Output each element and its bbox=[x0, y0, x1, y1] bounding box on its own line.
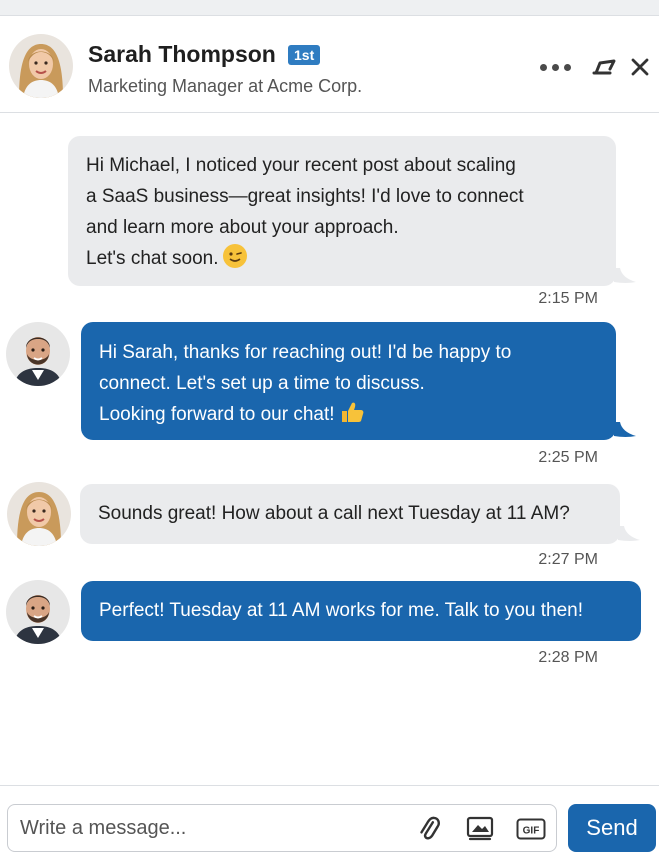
message-line: a SaaS business—great insights! I'd love… bbox=[86, 186, 524, 207]
sender-avatar[interactable] bbox=[6, 322, 70, 386]
more-icon[interactable] bbox=[540, 57, 576, 77]
message-timestamp: 2:25 PM bbox=[538, 449, 598, 466]
image-icon[interactable] bbox=[466, 815, 494, 841]
connection-degree-badge: 1st bbox=[288, 45, 321, 65]
message-bubble-outgoing: Hi Sarah, thanks for reaching out! I'd b… bbox=[81, 322, 616, 440]
message-line: Hi Michael, I noticed your recent post a… bbox=[86, 155, 516, 176]
message-input[interactable] bbox=[20, 805, 400, 851]
bubble-tail bbox=[614, 268, 636, 283]
message-line: and learn more about your approach. bbox=[86, 217, 399, 238]
message-line: Perfect! Tuesday at 11 AM works for me. … bbox=[99, 600, 584, 621]
gif-icon[interactable]: GIF bbox=[516, 818, 546, 840]
message-bubble-outgoing: Perfect! Tuesday at 11 AM works for me. … bbox=[81, 581, 641, 641]
message-timestamp: 2:15 PM bbox=[538, 290, 598, 307]
message-line: connect. Let's set up a time to discuss. bbox=[99, 373, 425, 394]
message-bubble-incoming: Hi Michael, I noticed your recent post a… bbox=[68, 136, 616, 286]
attach-icon[interactable] bbox=[416, 815, 442, 843]
minimize-icon[interactable] bbox=[590, 55, 618, 79]
message-bubble-incoming: Sounds great! How about a call next Tues… bbox=[80, 484, 620, 544]
sender-avatar[interactable] bbox=[7, 482, 71, 546]
contact-headline: Marketing Manager at Acme Corp. bbox=[88, 76, 363, 96]
sender-avatar[interactable] bbox=[6, 580, 70, 644]
bubble-tail bbox=[618, 526, 640, 541]
message-line: Looking forward to our chat! bbox=[99, 404, 335, 425]
message-line: Sounds great! How about a call next Tues… bbox=[98, 503, 570, 524]
contact-avatar[interactable] bbox=[9, 34, 73, 98]
thumbs-up-emoji-icon bbox=[339, 400, 365, 424]
contact-name[interactable]: Sarah Thompson bbox=[88, 41, 276, 68]
close-icon[interactable] bbox=[628, 55, 652, 79]
conversation-header: Sarah Thompson 1st Marketing Manager at … bbox=[0, 17, 659, 113]
window-top-strip bbox=[0, 0, 659, 16]
svg-text:GIF: GIF bbox=[523, 826, 540, 837]
message-composer: GIF Send bbox=[0, 785, 659, 860]
send-button[interactable]: Send bbox=[568, 804, 656, 852]
wink-emoji-icon bbox=[222, 244, 247, 268]
message-timestamp: 2:27 PM bbox=[538, 551, 598, 568]
message-timestamp: 2:28 PM bbox=[538, 649, 598, 666]
bubble-tail bbox=[614, 422, 636, 437]
message-input-box[interactable]: GIF bbox=[7, 804, 557, 852]
message-line: Hi Sarah, thanks for reaching out! I'd b… bbox=[99, 342, 512, 363]
message-line: Let's chat soon. bbox=[86, 248, 219, 269]
